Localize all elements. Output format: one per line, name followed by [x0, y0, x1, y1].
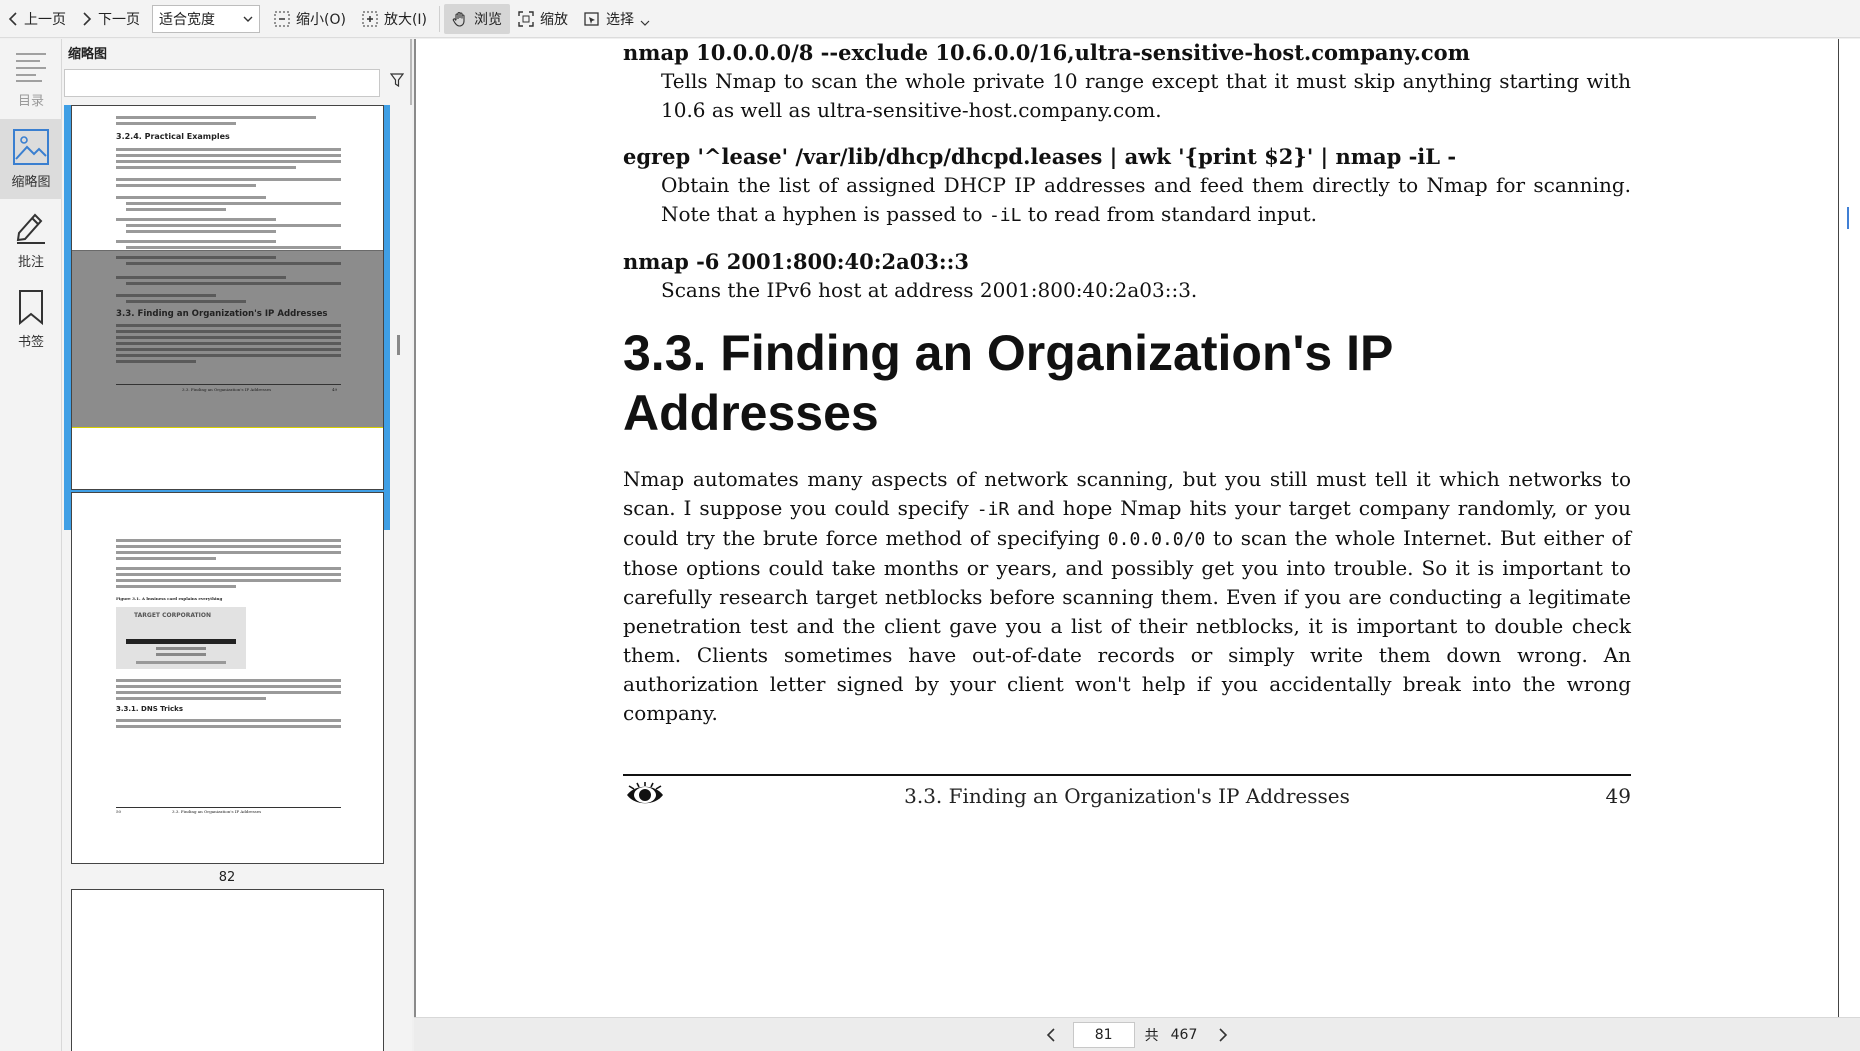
nav-next-page-button[interactable]	[1211, 1022, 1235, 1048]
entry-term: egrep '^lease' /var/lib/dhcp/dhcpd.lease…	[623, 144, 1457, 169]
thumb-heading-a: 3.2.4. Practical Examples	[116, 132, 230, 141]
current-page-input[interactable]: 81	[1072, 1021, 1135, 1048]
section-heading: 3.3. Finding an Organization's IP Addres…	[623, 325, 1393, 441]
select-tool-label: 选择	[606, 11, 635, 28]
pen-icon	[16, 213, 45, 244]
entry-description: Obtain the list of assigned DHCP IP addr…	[623, 171, 1631, 230]
page-footer-number: 49	[1605, 784, 1631, 808]
chevron-left-icon	[1046, 1027, 1055, 1042]
zoom-mode-select[interactable]: 适合宽度	[152, 4, 260, 33]
thumb-footer-num: 50	[116, 809, 122, 814]
nav-prev-page-button[interactable]	[1039, 1022, 1063, 1048]
hand-icon	[452, 11, 465, 27]
zoom-in-button[interactable]: 放大(I)	[354, 4, 435, 34]
chevron-left-icon	[8, 11, 17, 26]
thumbnail-list[interactable]: 3.2.4. Practical Examples 3.3. Finding a	[62, 105, 412, 1051]
entry-term: nmap 10.0.0.0/8 --exclude 10.6.0.0/16,ul…	[623, 40, 1470, 65]
toc-icon	[16, 52, 46, 82]
page-navigation-bar: 81 共 467	[414, 1017, 1860, 1051]
zoom-out-label: 缩小(O)	[296, 11, 346, 28]
entry-description: Scans the IPv6 host at address 2001:800:…	[661, 278, 1198, 302]
sidebar-item-toc-label: 目录	[17, 93, 44, 109]
para-code: 0.0.0.0/0	[1107, 529, 1206, 550]
select-tool-button[interactable]: 选择	[576, 4, 658, 34]
entry-desc-text: to read from standard input.	[1021, 202, 1317, 226]
zoom-out-button[interactable]: 缩小(O)	[266, 4, 354, 34]
entry-description: Tells Nmap to scan the whole private 10 …	[661, 69, 1631, 122]
thumb-footer-text: 3.3. Finding an Organization's IP Addres…	[172, 809, 262, 814]
body-paragraph: Nmap automates many aspects of network s…	[623, 465, 1631, 728]
thumbnail-page-81[interactable]: 3.2.4. Practical Examples 3.3. Finding a	[71, 105, 384, 490]
zoom-out-icon	[274, 11, 290, 26]
sidebar-item-annotations[interactable]: 批注	[0, 199, 62, 279]
thumb-figure-caption: Figure 3.1. A business card explains eve…	[116, 596, 223, 601]
sidebar-rail: 目录 缩略图 批注 书签	[0, 39, 62, 1051]
entry-desc-code: -iL	[988, 205, 1022, 226]
thumbnail-search-input[interactable]	[64, 69, 380, 97]
sidebar-item-bookmarks-label: 书签	[17, 334, 44, 350]
thumbnail-scrollbar[interactable]	[397, 335, 400, 355]
sidebar-item-thumbnails-label: 缩略图	[11, 174, 51, 190]
zoom-tool-label: 缩放	[540, 11, 569, 28]
select-frame-icon	[584, 11, 599, 26]
thumb-card-title: TARGET CORPORATION	[134, 612, 211, 619]
option-entry: egrep '^lease' /var/lib/dhcp/dhcpd.lease…	[623, 143, 1631, 230]
zoom-tool-button[interactable]: 缩放	[510, 4, 576, 34]
prev-page-label: 上一页	[24, 11, 66, 28]
thumb-dns-heading: 3.3.1. DNS Tricks	[116, 705, 184, 713]
thumb-footer-text: 3.3. Finding an Organization's IP Addres…	[182, 387, 272, 392]
next-page-button[interactable]: 下一页	[74, 4, 148, 34]
bookmark-icon	[19, 289, 43, 325]
thumbnail-page-83[interactable]	[71, 889, 384, 1051]
document-page: nmap 10.0.0.0/8 --exclude 10.6.0.0/16,ul…	[623, 39, 1631, 728]
page-footer-title: 3.3. Finding an Organization's IP Addres…	[904, 784, 1350, 808]
filter-icon[interactable]	[390, 73, 404, 87]
thumbnail-page-82[interactable]: Figure 3.1. A business card explains eve…	[71, 492, 384, 864]
option-entry: nmap -6 2001:800:40:2a03::3 Scans the IP…	[623, 248, 1631, 305]
option-entry: nmap 10.0.0.0/8 --exclude 10.6.0.0/16,ul…	[623, 39, 1631, 125]
sidebar-item-bookmarks[interactable]: 书签	[0, 279, 62, 359]
thumb-business-card: TARGET CORPORATION	[116, 607, 246, 669]
total-pages: 467	[1170, 1026, 1198, 1043]
zoom-in-label: 放大(I)	[383, 11, 428, 28]
toolbar-divider	[439, 5, 441, 32]
thumb-footer-num: 49	[332, 387, 338, 392]
chevron-down-icon	[243, 16, 253, 22]
para-text: to scan the whole Internet. But either o…	[623, 526, 1631, 725]
entry-term: nmap -6 2001:800:40:2a03::3	[623, 249, 970, 274]
image-icon	[13, 128, 49, 165]
zoom-in-icon	[362, 11, 378, 26]
sidebar-item-annotations-label: 批注	[17, 254, 44, 270]
chevron-right-icon	[83, 11, 92, 26]
zoom-frame-icon	[518, 10, 534, 27]
panel-title: 缩略图	[68, 47, 108, 62]
para-code: -iR	[976, 499, 1010, 520]
prev-page-button[interactable]: 上一页	[0, 4, 74, 34]
sidebar-item-thumbnails[interactable]: 缩略图	[0, 119, 62, 199]
scroll-position-marker[interactable]	[1847, 207, 1849, 229]
page-footer-rule	[623, 774, 1631, 776]
next-page-label: 下一页	[98, 11, 140, 28]
chevron-down-icon	[640, 20, 650, 26]
browse-tool-label: 浏览	[474, 11, 503, 28]
chevron-right-icon	[1219, 1027, 1228, 1042]
thumbnail-page-number: 82	[218, 870, 236, 885]
zoom-mode-value: 适合宽度	[159, 11, 215, 28]
document-scrollbar[interactable]	[1838, 39, 1860, 1017]
total-pages-prefix: 共	[1144, 1027, 1159, 1044]
thumb-heading-b: 3.3. Finding an Organization's IP Addres…	[116, 309, 328, 319]
browse-tool-button[interactable]: 浏览	[444, 3, 511, 34]
thumbnail-panel: 缩略图 3.2.4. Practical Examples 3.3. Findi…	[62, 39, 412, 1051]
toolbar: 上一页 下一页 适合宽度 缩小(O) 放大(I) 浏览 缩放 选择	[0, 0, 1860, 38]
sidebar-item-toc[interactable]: 目录	[0, 39, 62, 119]
